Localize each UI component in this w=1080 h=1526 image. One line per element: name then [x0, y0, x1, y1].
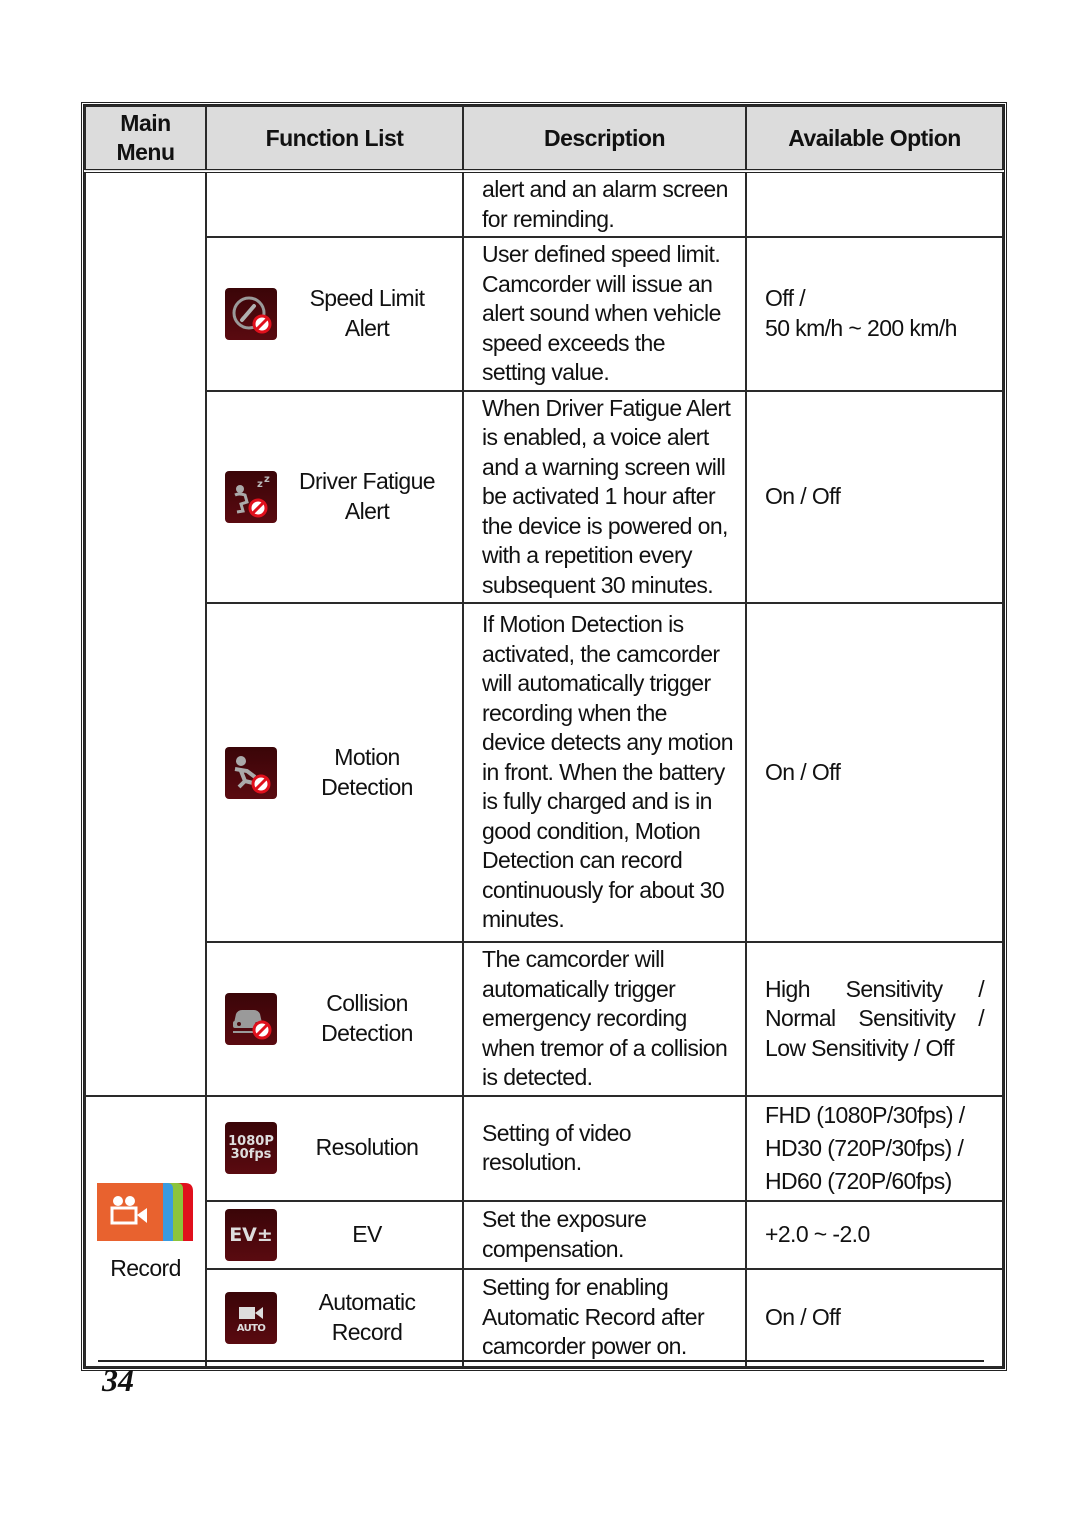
option-cell: FHD (1080P/30fps) / HD30 (720P/30fps) / …	[745, 1094, 1004, 1202]
function-cell: 1080P 30fps Resolution	[205, 1094, 464, 1202]
option-cell: Off / 50 km/h ~ 200 km/h	[745, 236, 1004, 392]
header-description: Description	[462, 105, 747, 173]
svg-text:AUTO: AUTO	[237, 1323, 266, 1334]
function-cell: z z Driver Fatigue Alert	[205, 389, 464, 604]
function-cell: EV± EV	[205, 1199, 464, 1270]
header-function-list: Function List	[205, 105, 464, 173]
ev-icon: EV±	[225, 1208, 277, 1261]
description-cell: alert and an alarm screen for reminding.	[462, 170, 747, 238]
description-cell: Set the exposure compensation.	[462, 1199, 747, 1270]
footer-divider	[98, 1360, 984, 1362]
option-cell: On / Off	[745, 389, 1004, 604]
function-cell-empty	[205, 170, 464, 238]
option-line: 50 km/h ~ 200 km/h	[765, 314, 957, 341]
function-cell: Motion Detection	[205, 602, 464, 943]
table-row: z z Driver Fatigue Alert When Driver Fat…	[85, 389, 1004, 604]
option-line: Normal Sensitivity /	[765, 1005, 985, 1031]
option-cell: On / Off	[745, 1267, 1004, 1368]
resolution-icon: 1080P 30fps	[225, 1122, 277, 1174]
manual-page: Main Menu Function List Description Avai…	[0, 0, 1080, 1526]
function-label: Speed Limit Alert	[309, 285, 425, 341]
table-row: Speed Limit Alert User defined speed lim…	[85, 236, 1004, 392]
main-menu-cell-record: Record	[84, 1094, 207, 1368]
record-menu-icon	[96, 1182, 195, 1241]
table-row: Motion Detection If Motion Detection is …	[85, 602, 1004, 943]
function-label: Resolution	[315, 1134, 419, 1161]
svg-text:z: z	[264, 474, 270, 485]
speed-limit-alert-icon	[225, 287, 277, 340]
option-cell-empty	[745, 170, 1004, 238]
table-row: Record 1080P 30fps Resolution Setting of…	[84, 1094, 1004, 1368]
header-main-menu: Main Menu	[84, 105, 207, 173]
table-row: alert and an alarm screen for reminding.	[84, 170, 1004, 1097]
main-menu-label: Record	[110, 1255, 181, 1281]
function-label: EV	[352, 1220, 382, 1247]
function-cell: Speed Limit Alert	[205, 236, 464, 392]
description-cell: If Motion Detection is activated, the ca…	[462, 602, 747, 943]
function-label: Collision Detection	[321, 990, 413, 1046]
description-cell: When Driver Fatigue Alert is enabled, a …	[462, 389, 747, 604]
option-cell: On / Off	[745, 602, 1004, 943]
page-number: 34	[102, 1362, 134, 1398]
svg-text:z: z	[257, 479, 263, 490]
driver-fatigue-alert-icon: z z	[225, 470, 277, 523]
table-header-row: Main Menu Function List Description Avai…	[84, 105, 1004, 173]
function-label: Driver Fatigue Alert	[298, 468, 436, 524]
option-line: FHD (1080P/30fps) /	[765, 1101, 965, 1128]
option-line: HD30 (720P/30fps) /	[765, 1134, 964, 1161]
description-cell: Setting of video resolution.	[462, 1094, 747, 1202]
settings-table: Main Menu Function List Description Avai…	[81, 102, 1007, 1371]
automatic-record-icon: AUTO	[225, 1291, 277, 1344]
option-line: High Sensitivity /	[765, 975, 985, 1002]
option-cell: High Sensitivity / Normal Sensitivity / …	[745, 941, 1004, 1097]
collision-detection-icon	[225, 992, 277, 1045]
option-line: Low Sensitivity / Off	[765, 1034, 955, 1061]
table-row: EV± EV Set the exposure compensation. +2…	[85, 1199, 1004, 1270]
header-available-option: Available Option	[745, 105, 1004, 173]
description-cell: Setting for enabling Automatic Record af…	[462, 1267, 747, 1368]
table-row: Collision Detection The camcorder will a…	[85, 941, 1004, 1097]
option-cell: +2.0 ~ -2.0	[745, 1199, 1004, 1270]
option-line: HD60 (720P/60fps)	[765, 1167, 952, 1194]
function-cell: AUTO Automatic Record	[205, 1267, 464, 1368]
table-row: AUTO Automatic Record Setting for enabli…	[85, 1267, 1004, 1368]
description-cell: User defined speed limit. Camcorder will…	[462, 236, 747, 392]
function-cell: Collision Detection	[205, 941, 464, 1097]
description-cell: The camcorder will automatically trigger…	[462, 941, 747, 1097]
function-label: Motion Detection	[321, 744, 413, 800]
function-label: Automatic Record	[318, 1289, 416, 1345]
main-menu-cell-empty	[84, 170, 207, 1097]
motion-detection-icon	[225, 746, 277, 799]
option-line: Off /	[765, 285, 806, 312]
